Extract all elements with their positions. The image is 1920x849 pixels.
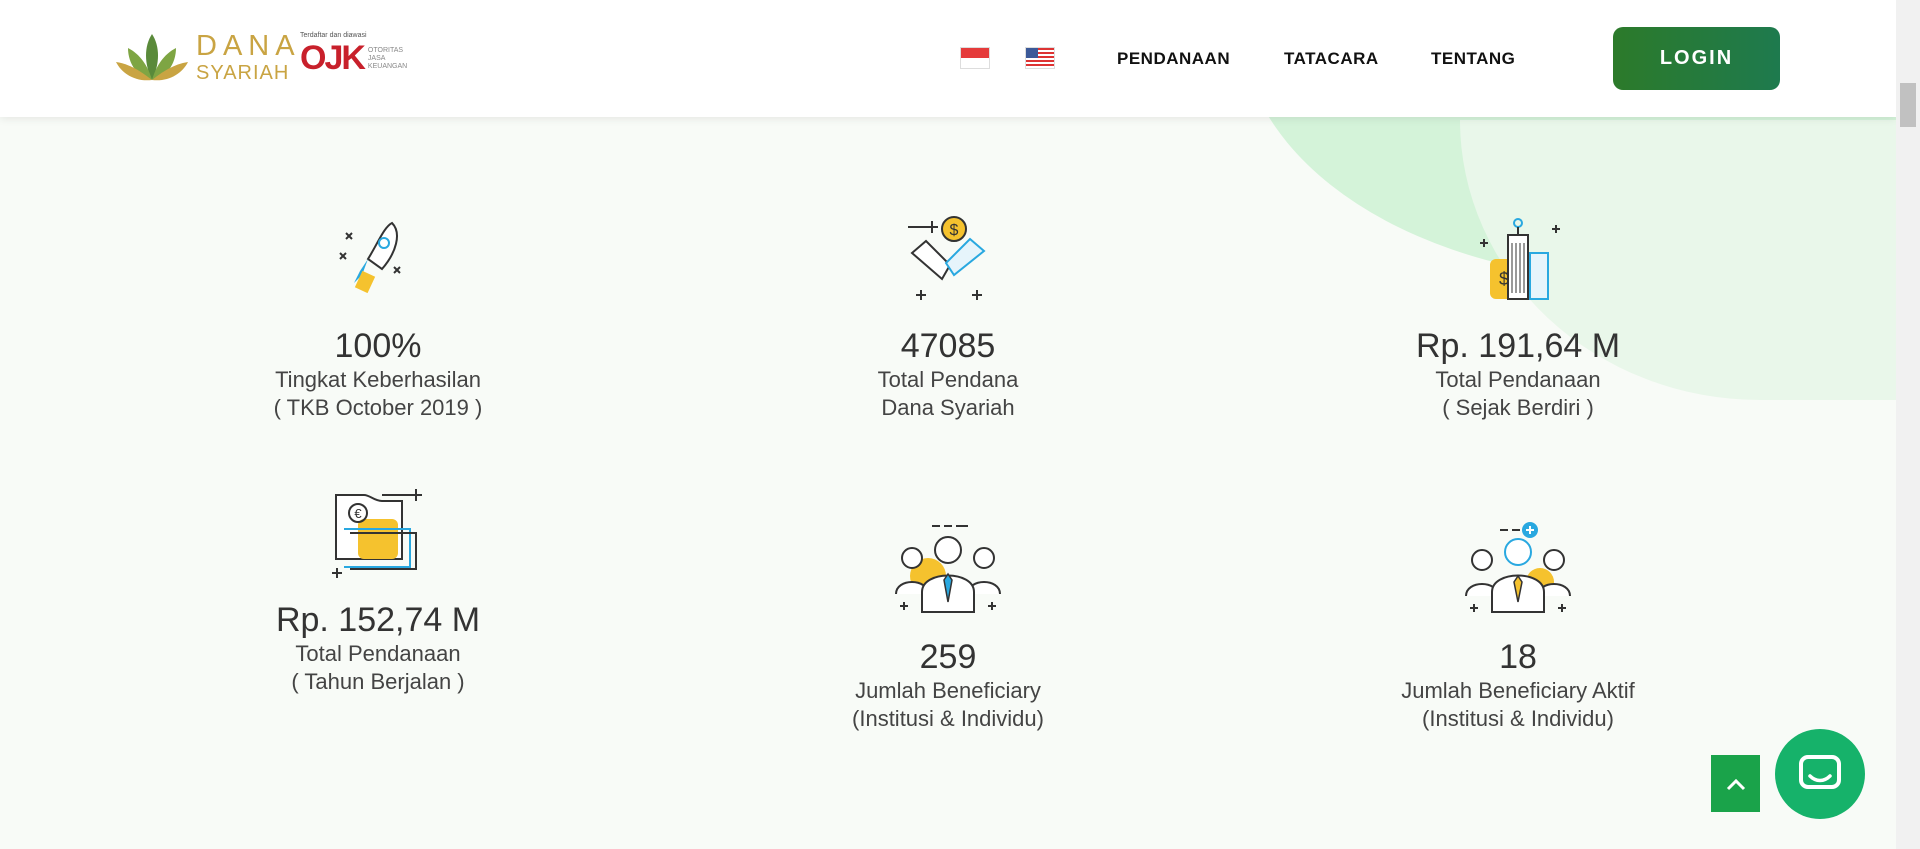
ojk-letters: OJK (300, 39, 366, 77)
lotus-icon (116, 34, 188, 81)
stat-label: Jumlah Beneficiary Aktif (1401, 678, 1635, 703)
ojk-line: JASA (367, 54, 386, 62)
nav-tatacara[interactable]: TATACARA (1284, 49, 1379, 69)
stat-total-funding-since-founded: $ Rp. 191,64 M Total Pendanaan ( Sejak B… (1318, 213, 1718, 422)
stat-sublabel: ( TKB October 2019 ) (273, 395, 483, 420)
stat-sublabel: ( Sejak Berdiri ) (1442, 395, 1594, 420)
svg-text:$: $ (950, 222, 959, 239)
stat-beneficiaries: 259 Jumlah Beneficiary (Institusi & Indi… (748, 520, 1148, 733)
chevron-up-icon (1726, 778, 1745, 790)
stat-value: Rp. 152,74 M (275, 601, 481, 639)
scrollbar[interactable] (1896, 0, 1920, 849)
ojk-badge: Terdaftar dan diawasi OJK OTORITAS JASA … (300, 32, 407, 78)
stat-sublabel: (Institusi & Individu) (852, 706, 1044, 731)
stat-value: 18 (1499, 638, 1537, 676)
buildings-icon: $ (1480, 218, 1560, 300)
logo-subtitle: SYARIAH (196, 61, 290, 84)
stat-value: 47085 (900, 327, 996, 365)
ojk-line: OTORITAS (367, 46, 404, 54)
svg-text:€: € (354, 506, 362, 521)
nav-tentang[interactable]: TENTANG (1431, 49, 1515, 69)
dana-syariah-logo[interactable]: DANA SYARIAH (114, 28, 301, 86)
stat-success-rate: 100% Tingkat Keberhasilan ( TKB October … (178, 213, 578, 422)
stat-value: Rp. 191,64 M (1415, 327, 1621, 365)
money-icon: € (332, 489, 422, 578)
us-flag-icon[interactable] (1025, 47, 1055, 69)
stat-sublabel: (Institusi & Individu) (1422, 706, 1614, 731)
top-header: DANA SYARIAH Terdaftar dan diawasi OJK O… (0, 0, 1896, 117)
stat-value: 100% (334, 327, 422, 365)
ojk-registered-text: Terdaftar dan diawasi (300, 32, 367, 39)
back-to-top-button[interactable] (1711, 755, 1760, 812)
stat-total-lenders: $ 47085 Total Pendana Dana Syariah (748, 213, 1148, 422)
active-group-icon (1465, 522, 1571, 613)
indonesia-flag-icon[interactable] (960, 47, 990, 69)
chat-icon (1799, 755, 1841, 789)
stat-label: Tingkat Keberhasilan (275, 367, 481, 392)
chat-button[interactable] (1775, 729, 1865, 819)
stat-sublabel: ( Tahun Berjalan ) (291, 669, 465, 694)
group-icon (895, 525, 1001, 613)
handshake-icon: $ (908, 216, 986, 300)
scroll-thumb[interactable] (1900, 83, 1916, 127)
login-button[interactable]: LOGIN (1613, 27, 1780, 90)
stat-total-funding-this-year: € Rp. 152,74 M Total Pendanaan ( Tahun B… (178, 487, 578, 696)
stat-label: Jumlah Beneficiary (855, 678, 1041, 703)
stat-label: Total Pendanaan (295, 641, 461, 666)
ojk-line: KEUANGAN (367, 62, 408, 70)
stat-label: Total Pendanaan (1435, 367, 1601, 392)
logo-title: DANA (196, 29, 301, 62)
stat-label: Total Pendana (877, 367, 1019, 392)
nav-pendanaan[interactable]: PENDANAAN (1117, 49, 1230, 69)
stat-value: 259 (919, 638, 977, 676)
stat-active-beneficiaries: 18 Jumlah Beneficiary Aktif (Institusi &… (1318, 520, 1718, 733)
rocket-icon (339, 221, 401, 294)
stat-sublabel: Dana Syariah (881, 395, 1015, 420)
